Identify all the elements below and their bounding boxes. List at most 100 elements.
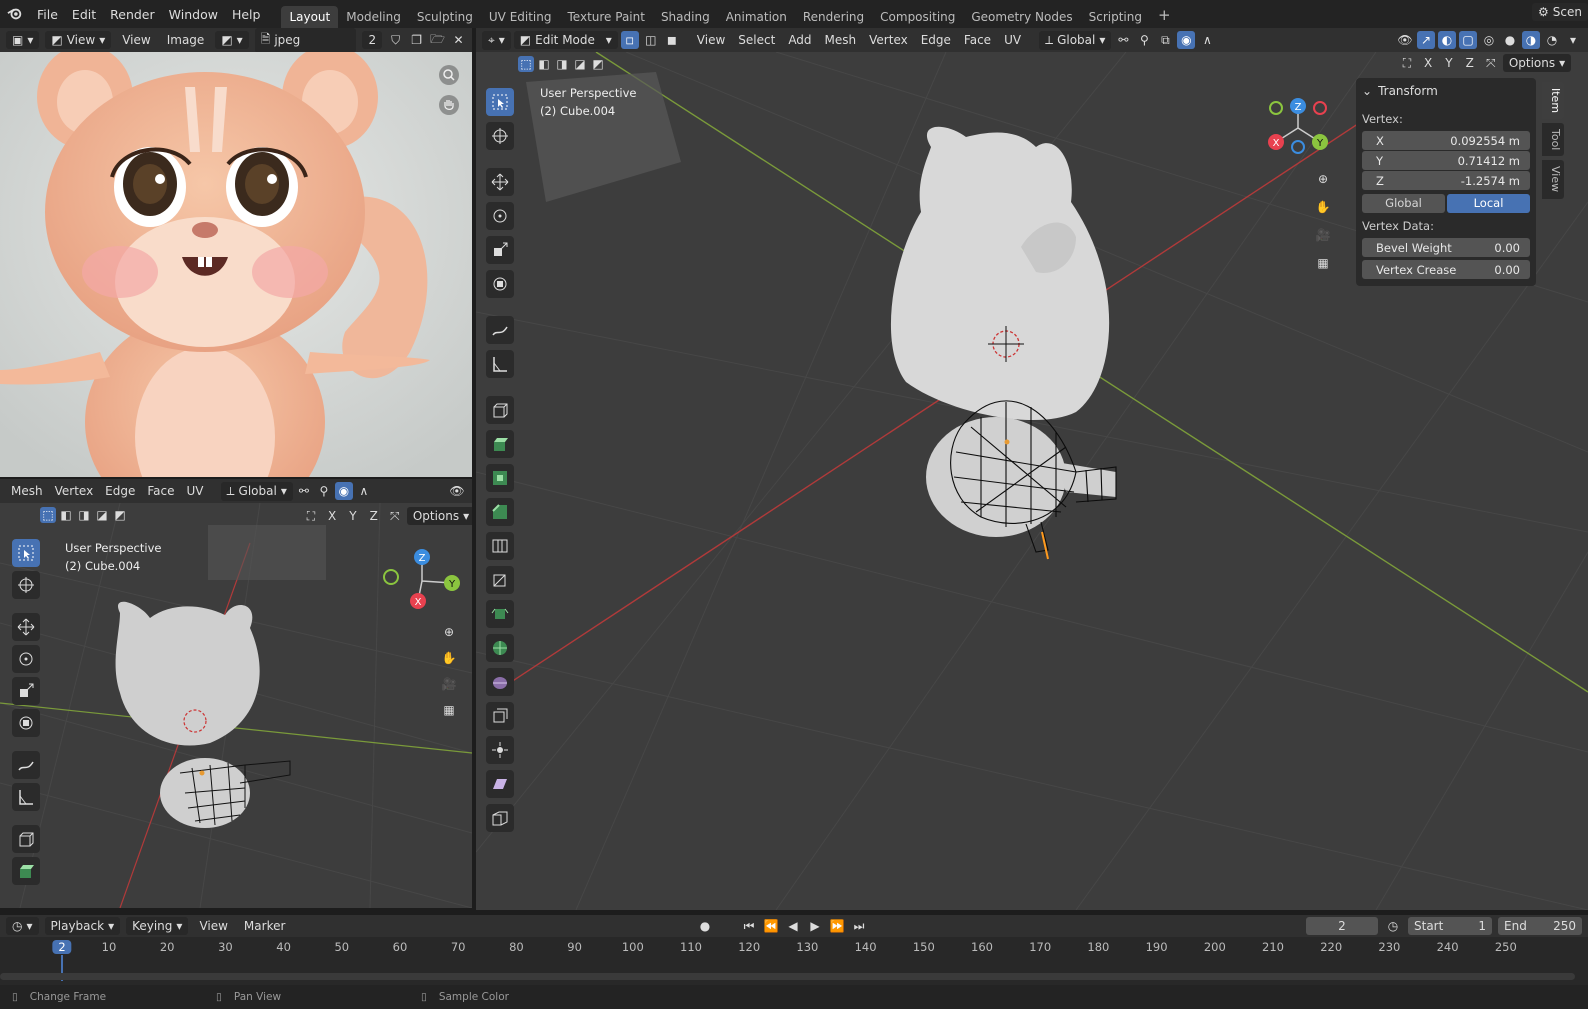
main-measure-tool-icon[interactable]	[486, 350, 514, 378]
tab-geometry-nodes[interactable]: Geometry Nodes	[963, 6, 1080, 28]
select-intersect-icon[interactable]: ◩	[112, 507, 128, 523]
gizmo-toggle-icon[interactable]: ↗	[1417, 31, 1435, 49]
main-grid-icon[interactable]: ▦	[1314, 254, 1332, 272]
main-move-tool-icon[interactable]	[486, 168, 514, 196]
shading-rendered-icon[interactable]: ◔	[1543, 31, 1561, 49]
jump-start-icon[interactable]: ⏮	[740, 917, 758, 935]
tab-sculpting[interactable]: Sculpting	[409, 6, 481, 28]
select-subtract-icon[interactable]: ◨	[76, 507, 92, 523]
stopwatch-icon[interactable]: ◷	[1384, 917, 1402, 935]
left-menu-uv[interactable]: UV	[182, 482, 209, 500]
main-cursor-tool-icon[interactable]	[486, 122, 514, 150]
frame-ruler[interactable]: 2 10 20 30 40 50 60 70 80 90 100 110 120 130 140 150 160…	[0, 937, 1588, 981]
tab-item[interactable]: Item	[1542, 82, 1564, 120]
mode-dropdown[interactable]: ◩ Edit Mode ▾	[513, 31, 618, 49]
image-user-count[interactable]: 2	[362, 31, 383, 49]
main-select-box-icon[interactable]: ⬚	[518, 56, 534, 72]
vertex-select-mode-icon[interactable]: ◽	[620, 31, 639, 49]
main-transform-tool-icon[interactable]	[486, 270, 514, 298]
image-menu-view[interactable]: View	[117, 31, 155, 49]
blender-logo-icon[interactable]	[6, 5, 24, 23]
duplicate-image-icon[interactable]: ❐	[409, 31, 424, 49]
falloff-icon[interactable]: ∧	[355, 482, 373, 500]
shading-options-icon[interactable]: ▾	[1564, 31, 1582, 49]
marker-menu[interactable]: Marker	[239, 917, 290, 935]
tab-modeling[interactable]: Modeling	[338, 6, 409, 28]
main-axis-y[interactable]: Y	[1440, 54, 1457, 72]
editor-type-dropdown[interactable]: ▣ ▾	[6, 31, 40, 49]
proportional-edit-icon[interactable]: ◉	[334, 482, 353, 500]
main-bevel-tool-icon[interactable]	[486, 498, 514, 526]
main-editor-type-dropdown[interactable]: ⌖ ▾	[482, 30, 511, 50]
overlay-toggle-icon[interactable]: ◐	[1438, 31, 1456, 49]
tab-uv-editing[interactable]: UV Editing	[481, 6, 560, 28]
left-axis-z[interactable]: Z	[365, 507, 383, 525]
timeline-scrollbar[interactable]	[0, 973, 1575, 980]
main-select-subtract-icon[interactable]: ◨	[554, 56, 570, 72]
main-rotate-tool-icon[interactable]	[486, 202, 514, 230]
left-viewport[interactable]: User Perspective (2) Cube.004 ⬚ ◧ ◨ ◪ ◩ …	[0, 503, 472, 908]
start-frame-field[interactable]: Start 1	[1408, 917, 1492, 935]
main-select-extend-icon[interactable]: ◧	[536, 56, 552, 72]
global-button[interactable]: Global	[1362, 194, 1445, 213]
image-name-field[interactable]: 🗎 jpeg	[254, 27, 357, 53]
main-axis-x[interactable]: X	[1419, 54, 1437, 72]
image-browse-dropdown[interactable]: ◩ ▾	[215, 31, 249, 49]
vertex-y-field[interactable]: Y 0.71412 m	[1362, 151, 1530, 170]
left-add-cube-tool-icon[interactable]	[12, 825, 40, 853]
select-box-icon[interactable]: ⬚	[40, 507, 56, 523]
current-frame-indicator[interactable]: 2	[52, 940, 72, 954]
tab-rendering[interactable]: Rendering	[795, 6, 872, 28]
record-icon[interactable]: ●	[696, 917, 714, 935]
next-keyframe-icon[interactable]: ⏩	[828, 917, 846, 935]
local-button[interactable]: Local	[1447, 194, 1530, 213]
left-camera-icon[interactable]: 🎥	[440, 675, 458, 693]
tab-compositing[interactable]: Compositing	[872, 6, 963, 28]
main-shear-tool-icon[interactable]	[486, 770, 514, 798]
menu-file[interactable]: File	[30, 7, 65, 22]
main-options-dropdown[interactable]: Options ▾	[1502, 54, 1572, 72]
left-options-dropdown[interactable]: Options ▾	[406, 507, 472, 525]
main-menu-view[interactable]: View	[692, 31, 730, 49]
tab-animation[interactable]: Animation	[718, 6, 795, 28]
main-menu-select[interactable]: Select	[733, 31, 780, 49]
main-select-tool-icon[interactable]	[486, 88, 514, 116]
shading-material-icon[interactable]: ◑	[1522, 31, 1540, 49]
vertex-z-field[interactable]: Z -1.2574 m	[1362, 171, 1530, 190]
tab-texture-paint[interactable]: Texture Paint	[560, 6, 653, 28]
main-loop-cut-tool-icon[interactable]	[486, 532, 514, 560]
main-pivot-icon[interactable]: ⚯	[1114, 31, 1132, 49]
face-select-mode-icon[interactable]: ◼	[663, 31, 681, 49]
left-menu-mesh[interactable]: Mesh	[6, 482, 48, 500]
main-menu-edge[interactable]: Edge	[916, 31, 956, 49]
timeline-body[interactable]: 2 10 20 30 40 50 60 70 80 90 100 110 120 130 140 150 160…	[0, 937, 1588, 985]
left-menu-face[interactable]: Face	[142, 482, 179, 500]
shading-solid-icon[interactable]: ●	[1501, 31, 1519, 49]
main-extrude-tool-icon[interactable]	[486, 430, 514, 458]
main-menu-uv[interactable]: UV	[999, 31, 1026, 49]
tab-layout[interactable]: Layout	[281, 6, 339, 28]
left-extrude-tool-icon[interactable]	[12, 857, 40, 885]
left-menu-edge[interactable]: Edge	[100, 482, 140, 500]
left-pan-icon[interactable]: ✋	[440, 649, 458, 667]
pivot-icon[interactable]: ⚯	[295, 482, 313, 500]
main-mirror-icon[interactable]: ⛶	[1398, 54, 1416, 72]
main-poly-build-tool-icon[interactable]	[486, 600, 514, 628]
tab-view[interactable]: View	[1542, 160, 1564, 199]
close-image-icon[interactable]: ✕	[451, 31, 466, 49]
zoom-icon[interactable]	[438, 64, 460, 89]
left-cursor-tool-icon[interactable]	[12, 571, 40, 599]
left-grid-icon[interactable]: ▦	[440, 701, 458, 719]
mirror-icon[interactable]: ⛶	[302, 507, 320, 525]
fake-user-shield-icon[interactable]: ⛉	[388, 31, 403, 49]
current-frame-field[interactable]: 2	[1306, 917, 1378, 935]
main-orientation-dropdown[interactable]: ⟂ Global ▾	[1039, 30, 1112, 50]
main-scale-tool-icon[interactable]	[486, 236, 514, 264]
main-menu-add[interactable]: Add	[783, 31, 816, 49]
left-select-tool-icon[interactable]	[12, 539, 40, 567]
left-zoom-icon[interactable]: ⊕	[440, 623, 458, 641]
visibility-icon[interactable]: 👁	[448, 482, 466, 500]
snap-icon[interactable]: ⚲	[315, 482, 333, 500]
main-shrink-fatten-tool-icon[interactable]	[486, 736, 514, 764]
play-reverse-icon[interactable]: ◀	[784, 917, 802, 935]
